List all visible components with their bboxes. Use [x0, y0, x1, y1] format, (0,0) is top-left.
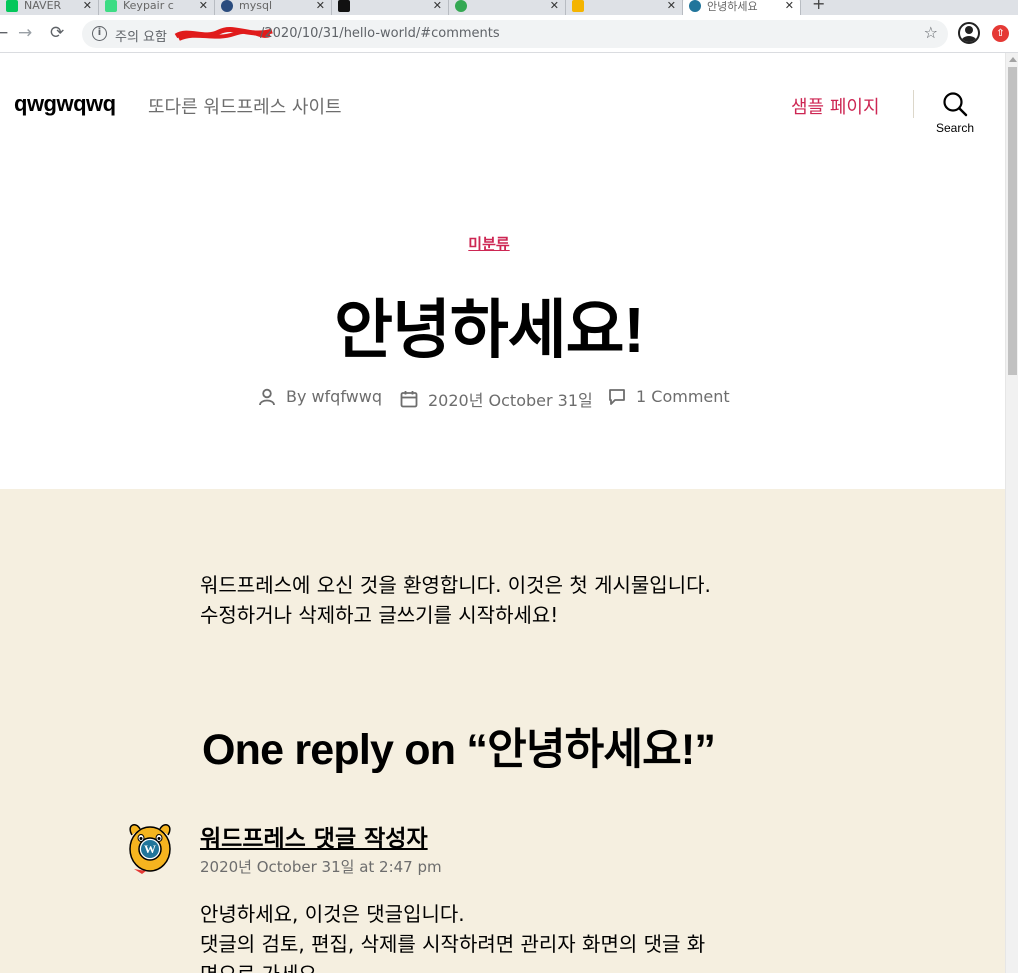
redaction-scribble — [174, 26, 273, 41]
tab-favicon-icon — [338, 0, 350, 12]
security-warning-label[interactable]: 주의 요함 — [115, 26, 167, 45]
post-body: 워드프레스에 오신 것을 환영합니다. 이것은 첫 게시물입니다. 수정하거나 … — [200, 570, 711, 630]
comment-body: 안녕하세요, 이것은 댓글입니다. 댓글의 검토, 편집, 삭제를 시작하려면 … — [200, 899, 780, 973]
site-title[interactable]: qwgwqwq — [14, 91, 116, 117]
tab-naver[interactable]: NAVER ✕ — [0, 0, 99, 15]
comment-date-link[interactable]: 2020년 October 31일 at 2:47 pm — [200, 856, 442, 877]
tab-close-icon[interactable]: ✕ — [83, 0, 92, 12]
site-header: qwgwqwq 또다른 워드프레스 사이트 샘플 페이지 Search — [0, 53, 1005, 153]
comments-heading: One reply on “안녕하세요!” — [202, 726, 716, 774]
author-link[interactable]: wfqfwwq — [311, 387, 382, 406]
tab-title: Keypair c — [123, 0, 174, 12]
info-icon[interactable]: i — [92, 26, 107, 41]
browser-toolbar: ← → ⟳ i 주의 요함 /2020/10/31/hello-world/#c… — [0, 15, 1018, 53]
tab-close-icon[interactable]: ✕ — [667, 0, 676, 12]
commenter-avatar-wapuu: W — [129, 824, 171, 874]
tab-close-icon[interactable]: ✕ — [199, 0, 208, 12]
calendar-icon — [400, 391, 418, 408]
entry-header: 미분류 안녕하세요! By wfqfwwq 2020년 October 31일 — [0, 153, 1005, 489]
comment-bubble-icon — [609, 388, 625, 405]
category-link-wrapper: 미분류 — [0, 233, 978, 254]
tab-title: mysql — [239, 0, 272, 12]
post-author-meta: By wfqfwwq — [258, 387, 382, 406]
tab-5[interactable]: ✕ — [449, 0, 566, 15]
tab-6[interactable]: ✕ — [566, 0, 683, 15]
post-body-line: 수정하거나 삭제하고 글쓰기를 시작하세요! — [200, 603, 559, 627]
comment-author-link[interactable]: 워드프레스 댓글 작성자 — [200, 819, 428, 853]
post-title: 안녕하세요! — [334, 294, 645, 366]
comments-count-link[interactable]: 1 Comment — [636, 387, 730, 406]
tab-favicon-icon — [572, 0, 584, 12]
reload-icon[interactable]: ⟳ — [50, 23, 64, 43]
tab-active-wordpress[interactable]: 안녕하세요 ✕ — [683, 0, 801, 15]
search-toggle-button[interactable]: Search — [930, 91, 980, 141]
comment-line: 안녕하세요, 이것은 댓글입니다. — [200, 902, 465, 926]
tab-title: 안녕하세요 — [707, 0, 758, 13]
tab-mysql[interactable]: mysql ✕ — [215, 0, 332, 15]
search-label: Search — [935, 121, 975, 135]
forward-arrow-icon[interactable]: → — [18, 23, 32, 43]
svg-text:W: W — [144, 842, 156, 856]
comment-line: 면으로 가세요. — [200, 959, 780, 973]
post-body-line: 워드프레스에 오신 것을 환영합니다. 이것은 첫 게시물입니다. — [200, 573, 711, 597]
bookmark-star-icon[interactable]: ☆ — [924, 23, 938, 42]
tab-title: NAVER — [24, 0, 62, 12]
page-scrollbar[interactable] — [1005, 53, 1018, 973]
nav-link-sample-page[interactable]: 샘플 페이지 — [791, 93, 880, 119]
tab-close-icon[interactable]: ✕ — [433, 0, 442, 12]
post-date-link[interactable]: 2020년 October 31일 — [428, 387, 593, 411]
comment-line: 댓글의 검토, 편집, 삭제를 시작하려면 관리자 화면의 댓글 화 — [200, 932, 706, 956]
post-date-meta: 2020년 October 31일 — [400, 387, 593, 411]
header-divider — [913, 90, 914, 118]
profile-avatar-icon[interactable] — [958, 22, 980, 44]
tab-favicon-icon — [455, 0, 467, 12]
new-tab-button[interactable]: + — [812, 0, 825, 13]
scrollbar-thumb[interactable] — [1008, 67, 1017, 375]
wordpress-favicon-icon — [689, 0, 701, 12]
site-description: 또다른 워드프레스 사이트 — [148, 97, 342, 118]
post-comments-meta: 1 Comment — [608, 387, 730, 406]
scroll-up-arrow-icon[interactable] — [1009, 57, 1017, 62]
page-viewport: qwgwqwq 또다른 워드프레스 사이트 샘플 페이지 Search 미분류 … — [0, 53, 1018, 973]
tab-4[interactable]: ✕ — [332, 0, 449, 15]
author-prefix: By — [286, 387, 307, 406]
search-icon — [943, 92, 968, 117]
tab-close-icon[interactable]: ✕ — [316, 0, 325, 12]
tab-close-icon[interactable]: ✕ — [785, 0, 794, 12]
extension-icon[interactable]: ⇧ — [992, 25, 1009, 42]
category-link[interactable]: 미분류 — [468, 235, 509, 253]
tab-close-icon[interactable]: ✕ — [550, 0, 559, 12]
url-text[interactable]: /2020/10/31/hello-world/#comments — [260, 26, 500, 41]
address-bar[interactable]: i 주의 요함 /2020/10/31/hello-world/#comment… — [82, 20, 948, 48]
post-content-area: 워드프레스에 오신 것을 환영합니다. 이것은 첫 게시물입니다. 수정하거나 … — [0, 489, 1005, 973]
tab-favicon-icon — [105, 0, 117, 12]
naver-favicon-icon — [6, 0, 18, 12]
tab-keypair[interactable]: Keypair c ✕ — [99, 0, 215, 15]
tab-favicon-icon — [221, 0, 233, 12]
browser-tab-strip: NAVER ✕ Keypair c ✕ mysql ✕ ✕ ✕ ✕ 안녕하세요 … — [0, 0, 1018, 15]
person-icon — [259, 388, 275, 405]
back-arrow-icon[interactable]: ← — [0, 23, 8, 43]
